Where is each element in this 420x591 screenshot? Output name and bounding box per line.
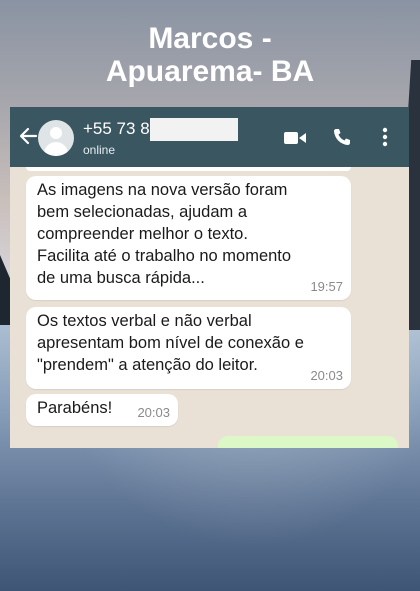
message-time: 19:57 (310, 279, 343, 294)
headline-line-2: Apuarema- BA (105, 55, 315, 88)
phone-call-icon[interactable] (332, 127, 352, 147)
chat-header: +55 73 8 online (10, 107, 409, 167)
avatar-head-shape (50, 127, 62, 139)
more-vert-icon[interactable] (382, 127, 388, 147)
message-text: Parabéns! (37, 399, 113, 417)
avatar-body-shape (44, 142, 68, 156)
message-time: 20:03 (310, 368, 343, 383)
headline-line-1: Marcos - (148, 22, 272, 55)
message-text: As imagens na nova versão foram bem selec… (37, 181, 292, 287)
message-text: Os textos verbal e não verbal apresentam … (37, 312, 304, 374)
contact-number[interactable]: +55 73 8 (83, 119, 150, 139)
contact-status: online (83, 143, 116, 157)
redaction-box (150, 118, 238, 141)
message-bubble[interactable]: Os textos verbal e não verbal apresentam … (26, 307, 351, 389)
contact-avatar[interactable] (38, 120, 74, 156)
headline: Marcos - Apuarema- BA (0, 22, 420, 88)
chat-screenshot: +55 73 8 online As imagens na nova versã… (10, 107, 409, 448)
previous-bubble-edge (26, 167, 351, 171)
message-bubble[interactable]: As imagens na nova versão foram bem selec… (26, 176, 351, 300)
outgoing-bubble-edge (218, 436, 398, 448)
message-bubble[interactable]: Parabéns! 20:03 (26, 394, 178, 426)
message-time: 20:03 (137, 405, 170, 420)
video-call-icon[interactable] (284, 130, 306, 146)
arrow-left-icon[interactable] (17, 125, 39, 147)
